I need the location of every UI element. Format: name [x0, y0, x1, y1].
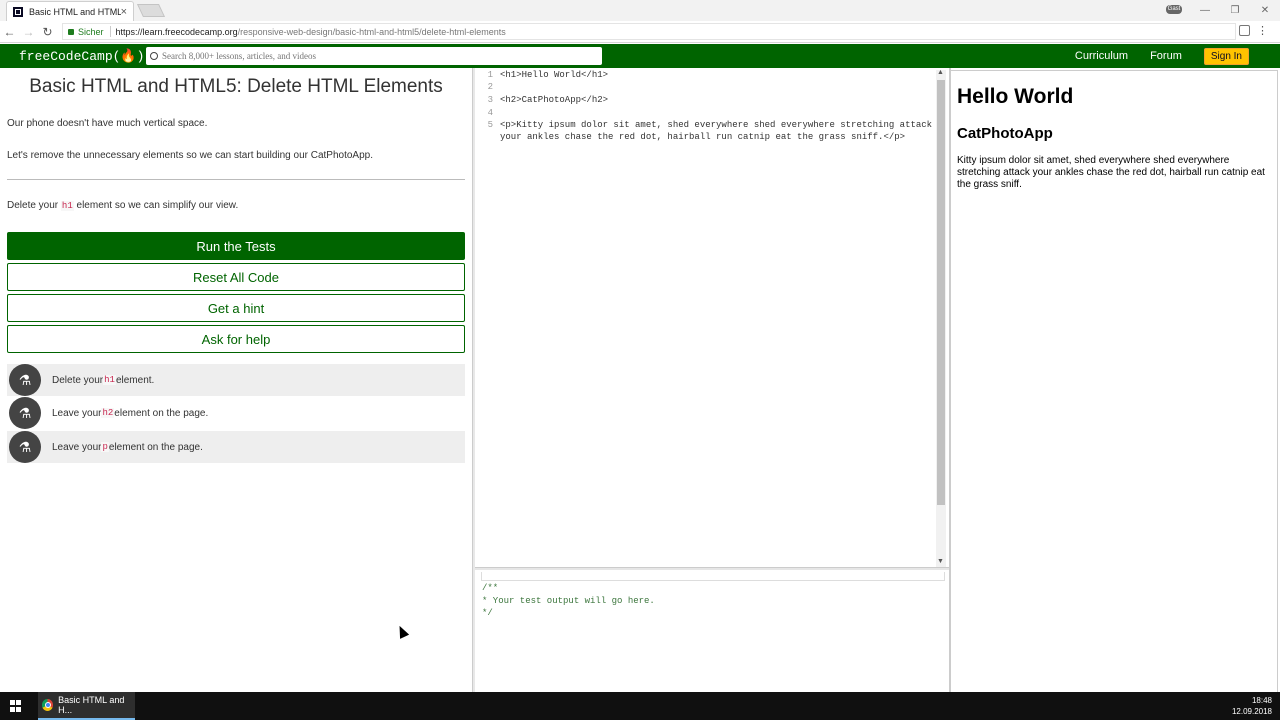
sign-in-button[interactable]: Sign In [1203, 47, 1249, 65]
challenge-description-1: Our phone doesn't have much vertical spa… [7, 118, 208, 129]
challenge-pane: Basic HTML and HTML5: Delete HTML Elemen… [0, 68, 472, 692]
line-code[interactable]: your ankles chase the red dot, hairball … [500, 132, 905, 144]
nav-link-forum[interactable]: Forum [1150, 50, 1182, 62]
editor-scrollbar-thumb[interactable] [937, 80, 945, 505]
secure-label: Sicher [78, 26, 104, 37]
nav-links: Curriculum Forum Sign In [1075, 44, 1280, 68]
scroll-up-icon[interactable]: ▲ [937, 69, 944, 76]
taskbar-item-label: Basic HTML and H... [58, 695, 125, 715]
output-top-bar [481, 572, 945, 581]
test-code: h1 [103, 375, 116, 385]
test-item: ⚗ Leave your p element on the page. [7, 431, 465, 463]
back-icon[interactable]: ← [0, 25, 19, 39]
output-line: * Your test output will go here. [482, 596, 655, 606]
code-editor[interactable]: 1 <h1>Hello World</h1> 2 3 <h2>CatPhotoApp… [475, 68, 948, 568]
lock-icon [68, 28, 74, 35]
output-line: /** [482, 583, 499, 593]
line-number: 1 [487, 70, 493, 80]
description-divider [7, 179, 465, 180]
preview-paragraph: Kitty ipsum dolor sit amet, shed everywh… [957, 155, 1265, 190]
search-icon [150, 52, 158, 60]
tab-close-icon[interactable]: × [121, 6, 127, 18]
flask-icon: ⚗ [9, 364, 41, 396]
window-controls: — ❐ ✕ [1190, 0, 1280, 20]
output-line: */ [482, 608, 493, 618]
line-number [475, 132, 500, 144]
freecodecamp-favicon-icon [13, 6, 23, 17]
run-tests-button[interactable]: Run the Tests [7, 232, 465, 260]
test-output-panel: /** * Your test output will go here. */ [475, 570, 949, 692]
line-code[interactable]: <h1>Hello World</h1> [500, 70, 608, 82]
url-host: https://learn.freecodecamp.org [115, 26, 238, 37]
chrome-icon [42, 699, 54, 711]
instruction-post: element so we can simplify our view. [73, 200, 239, 211]
flask-icon: ⚗ [9, 397, 41, 429]
url-separator [109, 26, 111, 37]
restore-button[interactable]: ❐ [1220, 5, 1250, 16]
fcc-logo[interactable]: freeCodeCamp(🔥) [19, 49, 144, 64]
taskbar-chrome-item[interactable]: Basic HTML and H... [38, 692, 135, 720]
preview-h1: Hello World [957, 85, 1074, 108]
windows-start-icon[interactable] [10, 700, 22, 712]
flask-icon: ⚗ [9, 431, 41, 463]
clock-time: 18:48 [1251, 696, 1272, 705]
translate-icon[interactable] [1239, 25, 1250, 36]
line-number: 4 [487, 108, 493, 118]
test-code: p [101, 442, 109, 452]
url-bar[interactable]: Sicher https://learn.freecodecamp.org/re… [62, 23, 1236, 40]
browser-tab-strip: Basic HTML and HTML5: × Gast — ❐ ✕ [0, 0, 1280, 21]
test-item: ⚗ Leave your h2 element on the page. [7, 397, 465, 429]
close-window-button[interactable]: ✕ [1250, 5, 1280, 16]
ask-for-help-button[interactable]: Ask for help [7, 325, 465, 353]
editor-line[interactable]: 2 [475, 82, 500, 94]
get-hint-button[interactable]: Get a hint [7, 294, 465, 322]
new-tab-button[interactable] [136, 4, 166, 17]
line-number: 3 [487, 95, 493, 105]
test-item: ⚗ Delete your h1 element. [7, 364, 465, 396]
challenge-title: Basic HTML and HTML5: Delete HTML Elemen… [29, 76, 443, 97]
taskbar: Basic HTML and H... 18:48 12.09.2018 [0, 692, 1280, 720]
editor-line[interactable]: your ankles chase the red dot, hairball … [475, 132, 905, 144]
nav-link-curriculum[interactable]: Curriculum [1075, 50, 1128, 62]
preview-h2: CatPhotoApp [957, 125, 1053, 142]
test-text-post: element on the page. [108, 441, 203, 453]
test-code: h2 [101, 408, 115, 418]
instruction-pre: Delete your [7, 200, 61, 211]
reset-code-button[interactable]: Reset All Code [7, 263, 465, 291]
challenge-description-2: Let's remove the unnecessary elements so… [7, 150, 374, 161]
editor-line[interactable]: 3 <h2>CatPhotoApp</h2> [475, 95, 608, 107]
taskbar-clock[interactable]: 18:48 12.09.2018 [1232, 695, 1272, 717]
line-code[interactable]: <p>Kitty ipsum dolor sit amet, shed ever… [500, 120, 932, 132]
forward-icon[interactable]: → [19, 25, 38, 39]
url-path: /responsive-web-design/basic-html-and-ht… [237, 26, 506, 37]
browser-tab-title: Basic HTML and HTML5: [29, 6, 121, 17]
browser-tab[interactable]: Basic HTML and HTML5: × [6, 1, 134, 21]
test-text-post: element. [115, 374, 155, 386]
line-code[interactable]: <h2>CatPhotoApp</h2> [500, 95, 608, 107]
user-profile-icon[interactable]: Gast [1166, 5, 1182, 14]
line-number: 5 [487, 120, 493, 130]
test-text-post: element on the page. [114, 407, 209, 419]
test-text-pre: Delete your [52, 374, 104, 386]
test-text-pre: Leave your [52, 407, 102, 419]
browser-menu-icon[interactable]: ⋮ [1257, 24, 1268, 37]
fcc-navbar: freeCodeCamp(🔥) Curriculum Forum Sign In [0, 44, 1280, 68]
line-number: 2 [487, 82, 493, 92]
instruction-code: h1 [60, 201, 74, 211]
clock-date: 12.09.2018 [1231, 707, 1272, 716]
search-input[interactable] [162, 51, 582, 61]
minimize-button[interactable]: — [1190, 5, 1220, 16]
editor-line[interactable]: 4 [475, 108, 500, 120]
address-bar-row: ← → ↻ Sicher https://learn.freecodecamp.… [0, 21, 1280, 43]
editor-line[interactable]: 5 <p>Kitty ipsum dolor sit amet, shed eve… [475, 120, 932, 132]
test-text-pre: Leave your [52, 441, 102, 453]
editor-line[interactable]: 1 <h1>Hello World</h1> [475, 70, 608, 82]
scroll-down-icon[interactable]: ▼ [937, 558, 944, 565]
preview-pane: Hello World CatPhotoApp Kitty ipsum dolo… [951, 70, 1278, 692]
search-box[interactable] [146, 47, 602, 65]
reload-icon[interactable]: ↻ [38, 25, 57, 39]
challenge-instruction: Delete your h1 element so we can simplif… [7, 200, 238, 211]
